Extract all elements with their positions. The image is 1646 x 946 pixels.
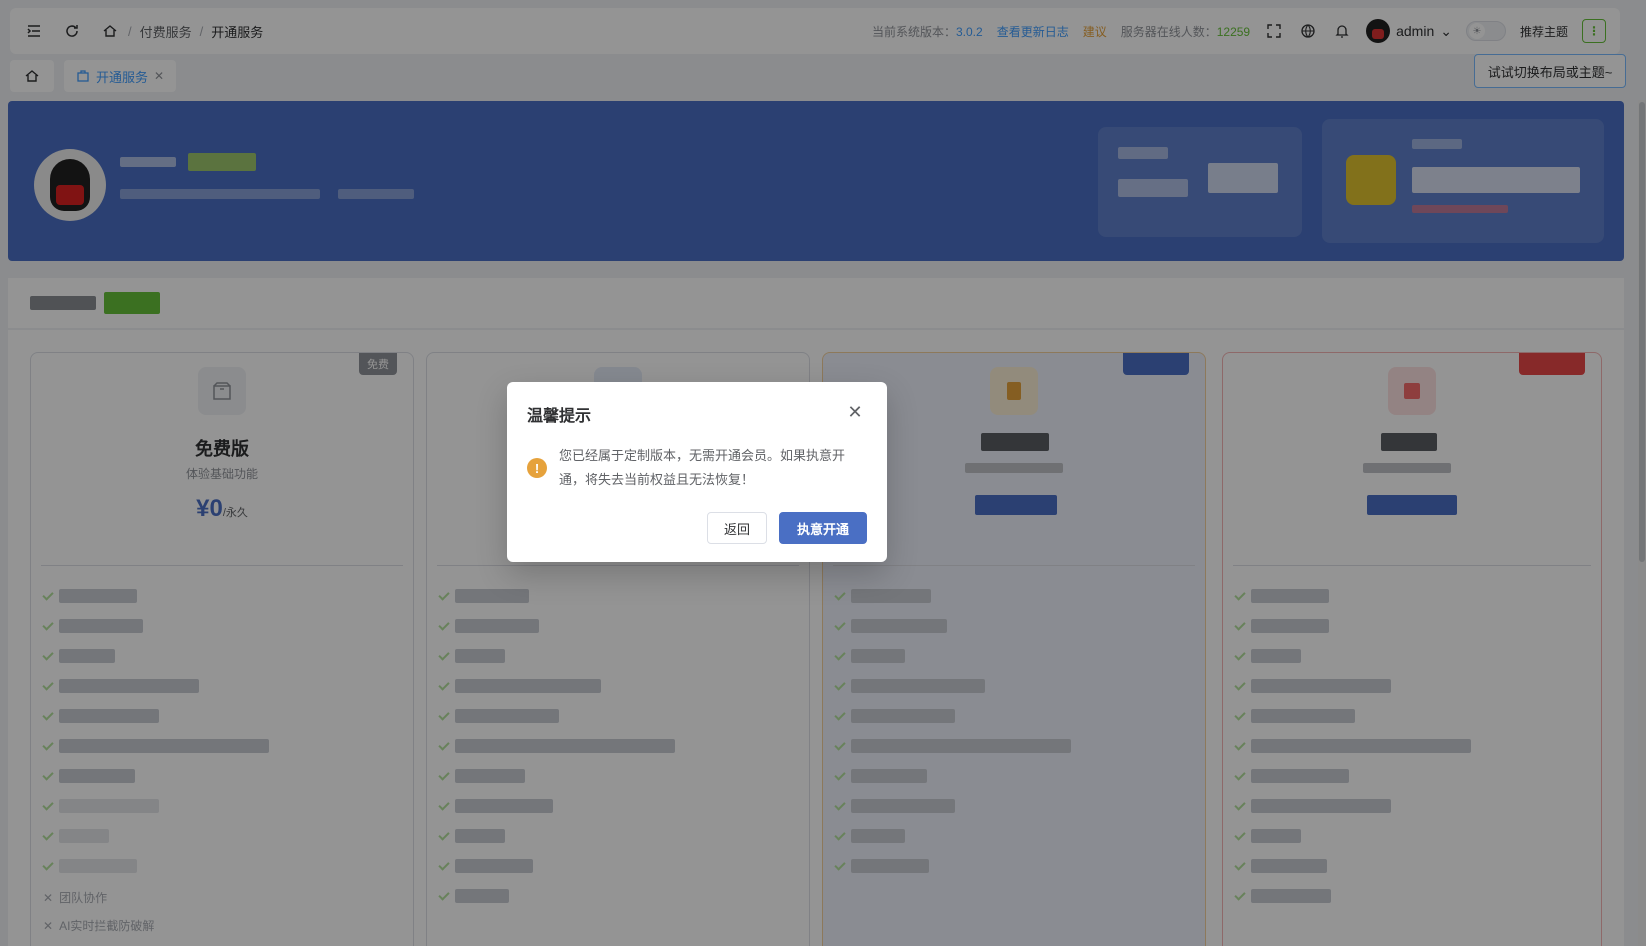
warning-icon: ! xyxy=(527,458,547,478)
confirm-dialog: 温馨提示 ✕ ! 您已经属于定制版本，无需开通会员。如果执意开通，将失去当前权益… xyxy=(507,382,887,562)
confirm-button[interactable]: 执意开通 xyxy=(779,512,867,544)
dialog-title: 温馨提示 xyxy=(527,408,592,425)
dialog-message: 您已经属于定制版本，无需开通会员。如果执意开通，将失去当前权益且无法恢复！ xyxy=(559,448,846,487)
close-icon[interactable]: ✕ xyxy=(845,402,865,422)
cancel-button[interactable]: 返回 xyxy=(707,512,767,544)
